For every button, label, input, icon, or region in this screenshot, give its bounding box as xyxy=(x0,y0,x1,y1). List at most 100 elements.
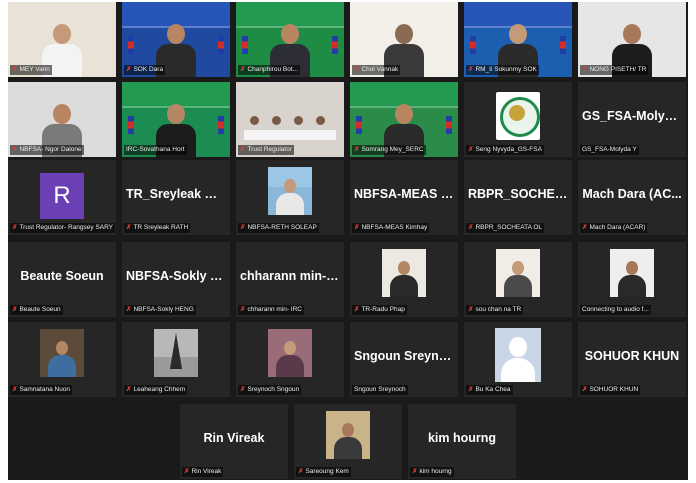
person-head xyxy=(395,104,413,124)
muted-mic-icon: ✗ xyxy=(582,224,588,231)
participant-name: Seng Nyvyda_GS-FSA xyxy=(475,146,542,153)
participant-tile[interactable]: TR_Sreyleak RATH ✗ TR Sreyleak RATH xyxy=(122,160,230,235)
participant-tile[interactable]: GS_FSA-Molyda Y GS_FSA-Molyda Y xyxy=(578,82,686,157)
person-head xyxy=(512,261,524,275)
muted-mic-icon: ✗ xyxy=(468,66,474,73)
participant-tile[interactable]: ✗ MEY Vann xyxy=(8,2,116,77)
participant-display-name: SOHUOR KHUN xyxy=(584,349,680,363)
participant-tile[interactable]: Beaute Soeun ✗ Beaute Soeun xyxy=(8,242,116,317)
person-head xyxy=(284,341,296,355)
flag-icon xyxy=(446,116,452,134)
flag-icon xyxy=(218,116,224,134)
flag-icon xyxy=(560,36,566,54)
participant-head xyxy=(294,116,303,125)
muted-mic-icon: ✗ xyxy=(12,306,18,313)
participant-tile[interactable]: ✗ TR-Radu Phap xyxy=(350,242,458,317)
participant-tile[interactable]: ✗ NBFSA-RETH SOLEAP xyxy=(236,160,344,235)
participant-tile[interactable]: NBFSA-MEAS Ki... ✗ NBFSA-MEAS Kimhay xyxy=(350,160,458,235)
muted-mic-icon: ✗ xyxy=(298,468,304,475)
participant-tile[interactable]: SOHUOR KHUN ✗ SOHUOR KHUN xyxy=(578,322,686,397)
participant-name: Chol Vannak xyxy=(361,66,399,73)
participant-tile[interactable]: NBFSA-Sokly H... ✗ NBFSA-Sokly HENG xyxy=(122,242,230,317)
gallery-view: ✗ MEY Vann ✗ SOK Dara ✗ Chanphirou Bot... ✗ Cho… xyxy=(8,2,688,480)
participant-name-label: ✗ Trust Regulator xyxy=(238,145,295,155)
participant-tile[interactable]: ✗ Trust Regulator xyxy=(236,82,344,157)
participant-name-label: ✗ Sreynoch Sngoun xyxy=(238,385,302,395)
participant-tile[interactable]: ✗ Somrang Mey_SERC xyxy=(350,82,458,157)
participant-tile[interactable]: RBPR_SOCHEAT... ✗ RBPR_SOCHEATA OL xyxy=(464,160,572,235)
participant-tile[interactable]: ✗ Leaheang Chhem xyxy=(122,322,230,397)
participant-name: Sreynoch Sngoun xyxy=(247,386,300,393)
muted-mic-icon: ✗ xyxy=(184,468,190,475)
participant-tile[interactable]: kim hourng ✗ kim hourng xyxy=(408,404,516,479)
participant-tile[interactable]: Rin Vireak ✗ Rin Vireak xyxy=(180,404,288,479)
person-head xyxy=(626,261,638,275)
muted-mic-icon: ✗ xyxy=(582,66,588,73)
participant-name-label: ✗ TR Sreyleak RATH xyxy=(124,223,191,233)
participant-display-name: chharann min- I... xyxy=(240,269,344,283)
participant-name: GS_FSA-Molyda Y xyxy=(582,146,637,153)
participant-name: TR Sreyleak RATH xyxy=(133,224,189,231)
participant-tile[interactable]: chharann min- I... ✗ chharann min- IRC xyxy=(236,242,344,317)
muted-mic-icon: ✗ xyxy=(468,224,474,231)
participant-tile[interactable]: ✗ Seng Nyvyda_GS-FSA xyxy=(464,82,572,157)
participant-name-label: ✗ SOK Dara xyxy=(124,65,166,75)
participant-name: chharann min- IRC xyxy=(247,306,303,313)
flag-icon xyxy=(218,36,224,54)
participant-name: RM_Ii Sokunmy SOK xyxy=(475,66,537,73)
participant-tile[interactable]: ✗ Samnatana Nuon xyxy=(8,322,116,397)
participant-name-label: ✗ NBFSA- Ngor Dalone xyxy=(10,145,84,155)
video-thumbnail xyxy=(496,249,540,297)
participant-name: NBFSA- Ngor Dalone xyxy=(19,146,82,153)
person-head xyxy=(395,24,413,44)
video-thumbnail xyxy=(40,329,84,377)
participant-name-label: ✗ Trust Regulator- Rangsey SARY xyxy=(10,223,116,233)
participant-tile[interactable]: ✗ NONG PISETH/ TR xyxy=(578,2,686,77)
participant-name: Sngoun Sreynoch xyxy=(354,386,406,393)
muted-mic-icon: ✗ xyxy=(126,66,132,73)
person-head xyxy=(398,261,410,275)
muted-mic-icon: ✗ xyxy=(126,224,132,231)
conference-table xyxy=(244,130,336,140)
profile-avatar: R xyxy=(40,173,84,219)
participant-display-name: Rin Vireak xyxy=(203,431,265,445)
person-body xyxy=(390,275,418,297)
participant-tile[interactable]: R ✗ Trust Regulator- Rangsey SARY xyxy=(8,160,116,235)
participant-tile[interactable]: ✗ Sreynoch Sngoun xyxy=(236,322,344,397)
participant-tile[interactable]: IRC-Sovathana Hort xyxy=(122,82,230,157)
participant-name: sou chan na TR xyxy=(475,306,522,313)
person-body xyxy=(618,275,646,297)
person-head xyxy=(509,24,527,44)
participant-tile[interactable]: ✗ Chol Vannak xyxy=(350,2,458,77)
video-thumbnail xyxy=(268,329,312,377)
person-body xyxy=(276,355,304,377)
participant-tile[interactable]: Connecting to audio f... xyxy=(578,242,686,317)
participant-tile[interactable]: ✗ NBFSA- Ngor Dalone xyxy=(8,82,116,157)
participant-head xyxy=(316,116,325,125)
person-head xyxy=(342,423,354,437)
muted-mic-icon: ✗ xyxy=(240,146,246,153)
person-head xyxy=(281,24,299,44)
default-profile-picture xyxy=(495,328,541,382)
muted-mic-icon: ✗ xyxy=(12,146,18,153)
muted-mic-icon: ✗ xyxy=(126,386,132,393)
participant-tile[interactable]: Mach Dara (AC... ✗ Mach Dara (ACAR) xyxy=(578,160,686,235)
participant-name-label: Sngoun Sreynoch xyxy=(352,385,408,395)
participant-tile[interactable]: ✗ SOK Dara xyxy=(122,2,230,77)
muted-mic-icon: ✗ xyxy=(12,386,18,393)
person-head xyxy=(167,24,185,44)
participant-tile[interactable]: ✗ Chanphirou Bot... xyxy=(236,2,344,77)
participant-name-label: ✗ NBFSA-Sokly HENG xyxy=(124,305,196,315)
muted-mic-icon: ✗ xyxy=(468,306,474,313)
participant-tile[interactable]: ✗ Sareoung Kem xyxy=(294,404,402,479)
flag-icon xyxy=(470,36,476,54)
participant-name: NBFSA-RETH SOLEAP xyxy=(247,224,317,231)
participant-tile[interactable]: Sngoun Sreynoch Sngoun Sreynoch xyxy=(350,322,458,397)
participant-display-name: Mach Dara (AC... xyxy=(582,187,682,201)
participant-tile[interactable]: ✗ sou chan na TR xyxy=(464,242,572,317)
participant-tile[interactable]: ✗ RM_Ii Sokunmy SOK xyxy=(464,2,572,77)
participant-name-label: ✗ Chol Vannak xyxy=(352,65,401,75)
muted-mic-icon: ✗ xyxy=(354,306,360,313)
participant-tile[interactable]: ✗ Bu Ka Chea xyxy=(464,322,572,397)
muted-mic-icon: ✗ xyxy=(468,146,474,153)
